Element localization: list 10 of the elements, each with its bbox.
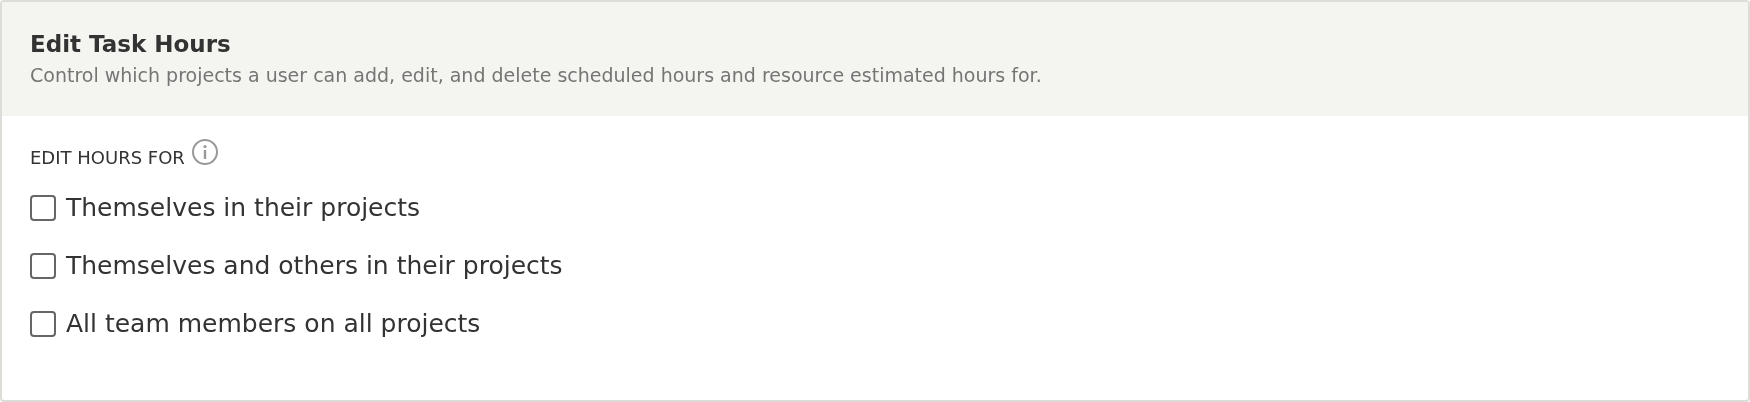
info-icon[interactable] bbox=[190, 138, 219, 166]
checkbox[interactable] bbox=[30, 195, 56, 221]
checkbox-label[interactable]: All team members on all projects bbox=[66, 305, 481, 343]
panel-title: Edit Task Hours bbox=[30, 30, 232, 59]
section-label: EDIT HOURS FOR bbox=[30, 146, 185, 170]
checkbox-label[interactable]: Themselves in their projects bbox=[66, 189, 421, 227]
checkbox-label[interactable]: Themselves and others in their projects bbox=[66, 247, 563, 285]
panel-description: Control which projects a user can add, edit, and delete scheduled hours and resource estimated hours for. bbox=[30, 63, 1043, 88]
checkbox[interactable] bbox=[30, 253, 56, 279]
checkbox[interactable] bbox=[30, 311, 56, 337]
